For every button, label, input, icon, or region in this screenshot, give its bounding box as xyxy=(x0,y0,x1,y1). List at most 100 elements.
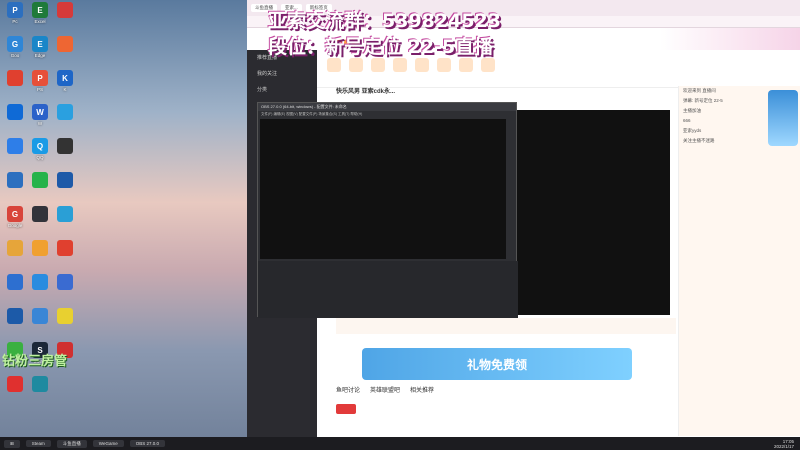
app-icon: Q xyxy=(32,138,48,154)
app-icon xyxy=(7,308,23,324)
desktop-app-icon[interactable] xyxy=(2,308,28,336)
desktop-app-icon[interactable] xyxy=(52,2,78,30)
gift-bar[interactable] xyxy=(336,318,676,334)
desktop-app-icon[interactable] xyxy=(52,206,78,234)
app-icon xyxy=(57,104,73,120)
app-icon xyxy=(7,274,23,290)
app-icon: P xyxy=(32,70,48,86)
tab-forum[interactable]: 鱼吧讨论 xyxy=(336,385,360,394)
app-label: QQ xyxy=(36,155,44,160)
sidebar-item[interactable]: 我的关注 xyxy=(247,66,317,82)
app-icon xyxy=(57,138,73,154)
app-icon xyxy=(32,274,48,290)
nav-icon[interactable] xyxy=(371,58,385,72)
tab-recommend[interactable]: 相关推荐 xyxy=(410,385,434,394)
nav-icon[interactable] xyxy=(415,58,429,72)
app-icon xyxy=(7,240,23,256)
app-icon xyxy=(32,240,48,256)
desktop-app-icon[interactable] xyxy=(27,240,53,268)
overlay-fan-admin: 钻粉三房管 xyxy=(2,354,68,369)
desktop-app-icon[interactable]: E Excel xyxy=(27,2,53,30)
desktop-app-icon[interactable] xyxy=(52,308,78,336)
tab-lol[interactable]: 英雄联盟吧 xyxy=(370,385,400,394)
desktop-app-icon[interactable] xyxy=(2,274,28,302)
desktop-app-icon[interactable] xyxy=(52,36,78,64)
obs-menu[interactable]: 文件(F) 编辑(E) 视图(V) 配置文件(P) 场景集合(S) 工具(T) … xyxy=(258,111,516,117)
desktop-app-icon[interactable]: E Edge xyxy=(27,36,53,64)
taskbar-item[interactable]: WeGame xyxy=(92,440,124,447)
app-icon xyxy=(57,2,73,18)
desktop-app-icon[interactable] xyxy=(2,104,28,132)
desktop-app-icon[interactable]: P Pc xyxy=(2,2,28,30)
overlay-group-number: 亚索交流群：539824523 xyxy=(268,10,501,32)
desktop-app-icon[interactable] xyxy=(27,308,53,336)
desktop-app-icon[interactable] xyxy=(27,274,53,302)
app-label: PS xyxy=(36,87,43,92)
desktop-app-icon[interactable]: Q QQ xyxy=(27,138,53,166)
desktop-app-icon[interactable]: G Google xyxy=(2,206,28,234)
app-label: K xyxy=(63,87,67,92)
desktop-app-icon[interactable] xyxy=(27,376,53,404)
taskbar: ⊞ Steam 斗鱼直播 WeGame OBS 27.0.0 17:05 202… xyxy=(0,437,800,450)
obs-docks[interactable] xyxy=(258,261,518,318)
app-icon: G xyxy=(7,36,23,52)
nav-icon[interactable] xyxy=(349,58,363,72)
obs-title: OBS 27.0.0 (64-bit, windows) - 配置文件: 未命名 xyxy=(258,103,516,111)
taskbar-item[interactable]: 斗鱼直播 xyxy=(56,439,87,448)
app-icon xyxy=(7,70,23,86)
app-icon xyxy=(32,172,48,188)
app-icon: W xyxy=(32,104,48,120)
app-label: Goo xyxy=(10,53,20,58)
desktop-app-icon[interactable] xyxy=(52,172,78,200)
app-icon xyxy=(7,104,23,120)
desktop-app-icon[interactable] xyxy=(52,240,78,268)
desktop-app-icon[interactable] xyxy=(2,138,28,166)
app-icon: G xyxy=(7,206,23,222)
nav-icon[interactable] xyxy=(393,58,407,72)
desktop-app-icon[interactable] xyxy=(2,240,28,268)
app-icon xyxy=(57,172,73,188)
post-button[interactable] xyxy=(336,404,356,414)
app-icon xyxy=(7,376,23,392)
desktop-app-icon[interactable] xyxy=(52,274,78,302)
app-icon xyxy=(57,308,73,324)
app-icon xyxy=(57,240,73,256)
app-icon xyxy=(57,274,73,290)
nav-icon[interactable] xyxy=(437,58,451,72)
sidebar-item[interactable]: 分类 xyxy=(247,82,317,98)
desktop-app-icon[interactable] xyxy=(52,138,78,166)
app-icon: P xyxy=(7,2,23,18)
promo-banner[interactable]: 礼物免费领 xyxy=(362,348,632,380)
desktop-app-icon[interactable]: G Goo xyxy=(2,36,28,64)
nav-icon[interactable] xyxy=(459,58,473,72)
desktop-app-icon[interactable] xyxy=(2,376,28,404)
app-icon: E xyxy=(32,2,48,18)
app-label: Excel xyxy=(34,19,46,24)
content-tabs: 鱼吧讨论 英雄联盟吧 相关推荐 xyxy=(336,385,434,394)
taskbar-item[interactable]: OBS 27.0.0 xyxy=(129,440,165,447)
nav-icon-row xyxy=(327,58,495,72)
desktop-app-icon[interactable] xyxy=(2,70,28,98)
desktop-app-icon[interactable]: WW xyxy=(27,104,53,132)
desktop-app-icon[interactable] xyxy=(52,104,78,132)
nav-icon[interactable] xyxy=(481,58,495,72)
clock-date: 2022/1/17 xyxy=(773,443,794,449)
desktop-app-icon[interactable] xyxy=(27,206,53,234)
desktop-app-icon[interactable]: KK xyxy=(52,70,78,98)
app-icon xyxy=(57,36,73,52)
room-title: 快乐风男 亚索cdk永... xyxy=(336,89,396,95)
app-label: Edge xyxy=(34,53,46,58)
taskbar-item[interactable]: Steam xyxy=(25,440,51,447)
app-icon xyxy=(57,206,73,222)
start-button[interactable]: ⊞ xyxy=(4,439,20,448)
system-clock[interactable]: 17:05 2022/1/17 xyxy=(774,439,800,449)
app-icon xyxy=(7,172,23,188)
desktop-app-icon[interactable] xyxy=(27,172,53,200)
obs-window: OBS 27.0.0 (64-bit, windows) - 配置文件: 未命名… xyxy=(257,102,518,318)
app-icon xyxy=(7,138,23,154)
desktop-app-icon[interactable]: P PS xyxy=(27,70,53,98)
app-icon xyxy=(32,308,48,324)
nav-icon[interactable] xyxy=(327,58,341,72)
desktop-app-icon[interactable] xyxy=(2,172,28,200)
overlay-rank: 段位：新号定位 22-5直播 xyxy=(268,36,494,58)
